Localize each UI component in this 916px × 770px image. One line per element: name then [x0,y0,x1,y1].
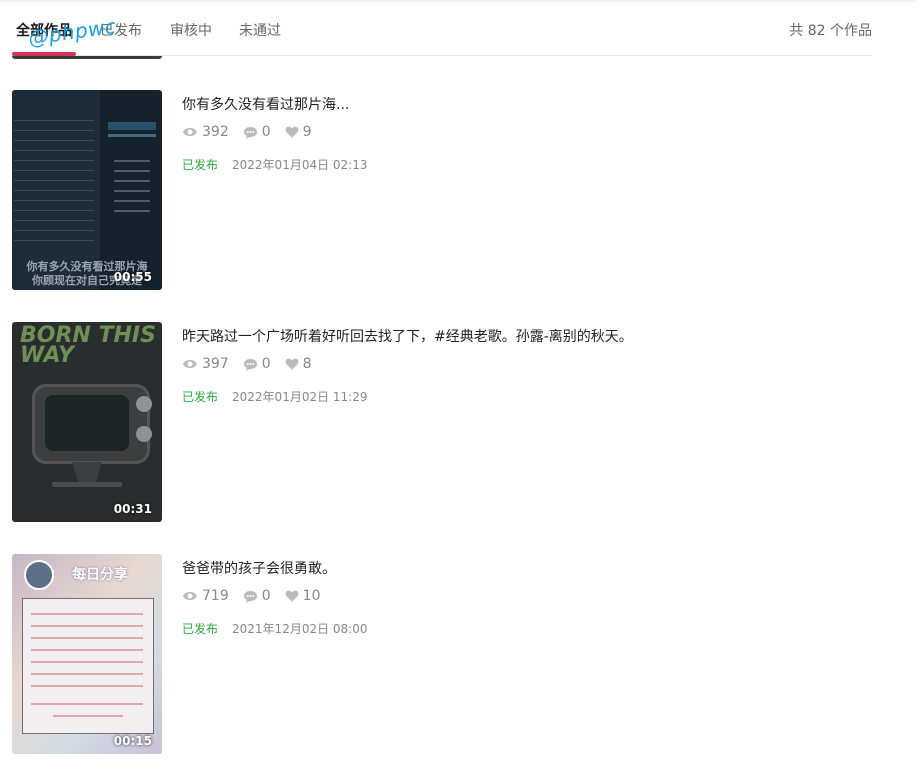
work-title[interactable]: 爸爸带的孩子会很勇敢。 [182,558,336,578]
tv-knob-top [136,396,152,412]
views-stat: 719 [182,588,229,604]
work-stats: 719 0 10 [182,588,334,604]
comments-stat: 0 [243,588,271,604]
work-stats: 397 0 8 [182,356,326,372]
status-badge: 已发布 [182,622,219,636]
thumbnail-tv-graphic [32,384,150,464]
video-thumbnail[interactable]: 你有多久没有看过那片海 你顾现在对自己究竟是 00:55 [12,90,162,290]
eye-icon [183,127,197,137]
work-item[interactable]: 每日分享 00:15 爸爸带的孩子会很勇敢。 719 0 10 已发布 2021… [12,554,872,754]
previous-item-edge [12,56,162,59]
work-title[interactable]: 昨天路过一个广场听着好听回去找了下，#经典老歌。孙露-离别的秋天。 [182,326,633,346]
works-count: 共 82 个作品 [789,23,872,39]
views-count: 392 [202,124,229,140]
work-item[interactable]: 你有多久没有看过那片海 你顾现在对自己究竟是 00:55 你有多久没有看过那片海… [12,90,872,290]
tab-rejected[interactable]: 未通过 [239,20,281,40]
comments-count: 0 [261,124,271,140]
tab-all-works[interactable]: 全部作品 [16,20,72,40]
work-meta: 已发布 2022年01月02日 11:29 [182,388,368,405]
likes-stat: 10 [285,588,321,604]
likes-stat: 8 [285,356,312,372]
work-meta: 已发布 2021年12月02日 08:00 [182,620,368,637]
video-duration: 00:31 [113,502,152,516]
video-thumbnail[interactable]: BORN THIS WAY 00:31 [12,322,162,522]
status-badge: 已发布 [182,158,219,172]
tab-published[interactable]: 已发布 [100,20,142,40]
thumbnail-banner-text: 每日分享 [72,567,128,583]
work-item[interactable]: BORN THIS WAY 00:31 昨天路过一个广场听着好听回去找了下，#经… [12,322,872,522]
likes-count: 10 [302,588,321,604]
comments-stat: 0 [243,356,271,372]
comment-icon [243,590,257,602]
thumbnail-avatar [24,560,54,590]
tv-stand [52,462,122,487]
views-count: 397 [202,356,229,372]
video-duration: 00:55 [113,270,152,284]
work-title[interactable]: 你有多久没有看过那片海... [182,94,349,114]
comments-stat: 0 [243,124,271,140]
thumbnail-text-card [22,598,154,734]
views-stat: 392 [182,124,229,140]
thumbnail-title-text: BORN THIS WAY [20,323,156,368]
comment-icon [243,126,257,138]
views-count: 719 [202,588,229,604]
publish-date: 2022年01月04日 02:13 [232,158,368,172]
comment-icon [243,358,257,370]
likes-count: 8 [302,356,312,372]
tab-under-review[interactable]: 审核中 [170,20,212,40]
heart-icon [285,590,299,602]
heart-icon [285,126,299,138]
thumbnail-player-panel [108,122,156,212]
heart-icon [285,358,299,370]
eye-icon [183,359,197,369]
likes-count: 9 [302,124,312,140]
views-stat: 397 [182,356,229,372]
likes-stat: 9 [285,124,312,140]
publish-date: 2021年12月02日 08:00 [232,622,368,636]
comments-count: 0 [261,356,271,372]
status-badge: 已发布 [182,390,219,404]
publish-date: 2022年01月02日 11:29 [232,390,368,404]
eye-icon [183,591,197,601]
work-meta: 已发布 2022年01月04日 02:13 [182,156,368,173]
tv-knob-bottom [136,426,152,442]
works-tab-bar: 全部作品 已发布 审核中 未通过 共 82 个作品 [0,0,916,56]
comments-count: 0 [261,588,271,604]
work-stats: 392 0 9 [182,124,326,140]
video-duration: 00:15 [113,734,152,748]
video-thumbnail[interactable]: 每日分享 00:15 [12,554,162,754]
